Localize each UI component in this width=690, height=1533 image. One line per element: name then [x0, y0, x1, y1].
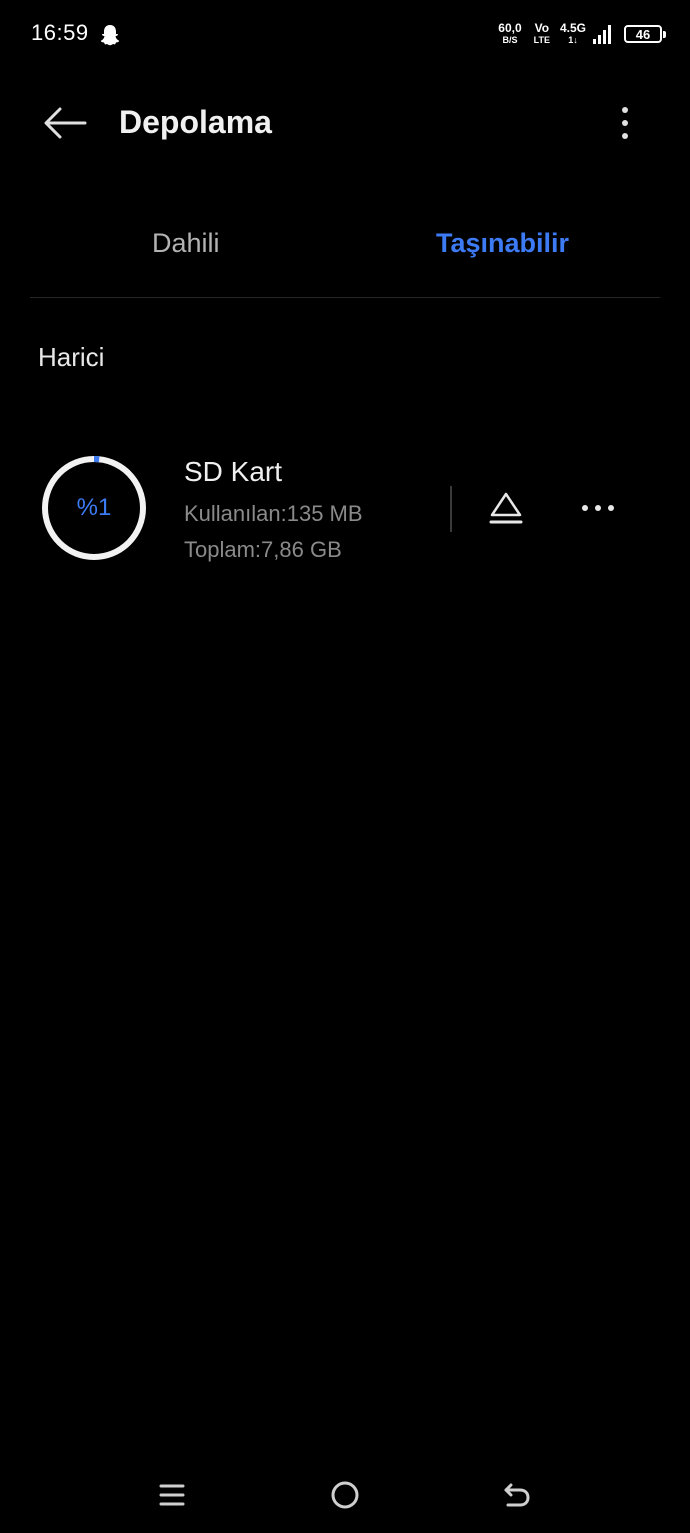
more-vertical-icon — [622, 107, 628, 139]
net-speed-value: 60,0 — [498, 21, 522, 35]
usage-percent: %1 — [76, 494, 112, 521]
more-options-button[interactable] — [600, 96, 650, 150]
navigation-bar — [0, 1460, 690, 1533]
network-arrows: 1↓ — [568, 35, 578, 45]
nav-home-button[interactable] — [315, 1470, 375, 1520]
eject-button[interactable] — [480, 484, 532, 532]
status-indicators: 60,0 B/S Vo LTE 4.5G 1↓ 46 — [498, 20, 666, 48]
battery-level: 46 — [635, 26, 651, 42]
snapchat-icon — [100, 25, 120, 46]
sd-card-used: Kullanılan:135 MB — [184, 501, 363, 526]
back-button[interactable] — [36, 96, 94, 150]
page-title: Depolama — [119, 104, 272, 140]
nav-back-button[interactable] — [487, 1470, 547, 1520]
sd-card-more-button[interactable] — [572, 484, 624, 532]
eject-icon — [489, 492, 523, 524]
menu-icon — [159, 1484, 185, 1506]
network-type: 4.5G 1↓ — [559, 21, 586, 45]
net-speed: 60,0 B/S — [498, 21, 522, 45]
sd-card-total: Toplam:7,86 GB — [184, 537, 342, 562]
back-icon — [504, 1483, 530, 1507]
volte-bottom: LTE — [533, 35, 550, 45]
tab-portable[interactable]: Taşınabilir — [436, 228, 569, 259]
arrow-left-icon — [44, 107, 87, 139]
net-speed-unit: B/S — [502, 35, 518, 45]
storage-tabs: Dahili Taşınabilir — [30, 210, 660, 298]
battery-icon: 46 — [624, 25, 666, 43]
nav-recents-button[interactable] — [142, 1470, 202, 1520]
status-bar: 16:59 60,0 B/S Vo LTE 4.5G 1↓ 46 — [0, 0, 690, 70]
network-type-label: 4.5G — [559, 21, 586, 35]
sd-card-name: SD Kart — [184, 456, 283, 487]
signal-icon — [593, 25, 611, 44]
volte-top: Vo — [534, 21, 550, 35]
tab-internal[interactable]: Dahili — [152, 228, 220, 259]
volte-indicator: Vo LTE — [533, 21, 550, 45]
status-time: 16:59 — [31, 20, 89, 45]
vertical-divider — [450, 486, 452, 532]
home-icon — [331, 1481, 359, 1509]
sd-card-row[interactable]: %1 SD Kart Kullanılan:135 MB Toplam:7,86… — [30, 440, 660, 580]
section-header-external: Harici — [38, 342, 105, 372]
more-horizontal-icon — [582, 505, 614, 511]
